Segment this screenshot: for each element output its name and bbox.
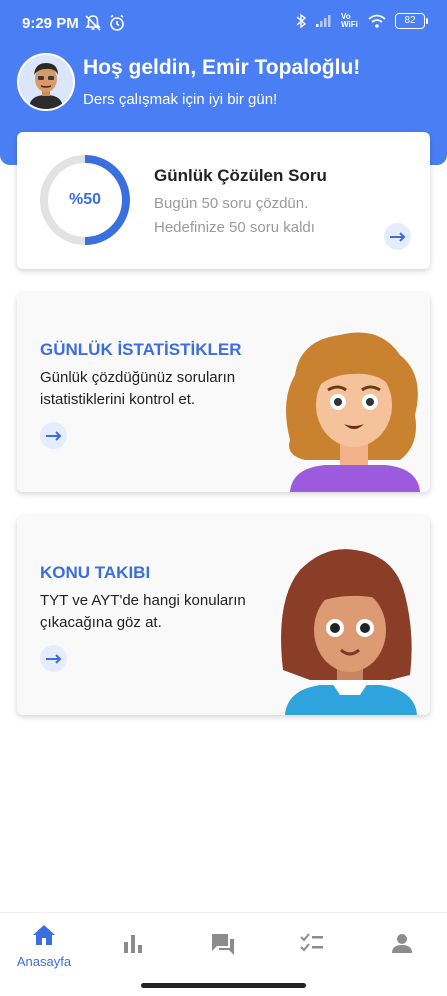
avatar[interactable]: [17, 53, 75, 111]
alarm-icon: [110, 14, 124, 31]
status-time: 9:29 PM: [22, 15, 79, 32]
curly-hair-woman-illustration: [286, 332, 420, 492]
status-right-icons: Vo WiFi 82: [295, 12, 428, 29]
daily-card-remaining-text: Hedefinize 50 soru kaldı: [154, 219, 315, 236]
checklist-icon: [300, 933, 323, 952]
battery-indicator: 82: [395, 13, 428, 29]
topic-tracking-card[interactable]: KONU TAKIBI TYT ve AYT'de hangi konuları…: [17, 516, 430, 715]
daily-card-arrow-button[interactable]: [384, 223, 411, 250]
greeting-title: Hoş geldin, Emir Topaloğlu!: [83, 56, 361, 79]
user-avatar-icon: [19, 55, 73, 109]
nav-item-home[interactable]: Anasayfa: [9, 923, 79, 969]
topics-card-title: KONU TAKIBI: [40, 563, 151, 582]
wifi-icon: [368, 14, 386, 28]
status-left-icons: [84, 14, 126, 32]
home-indicator: [141, 983, 306, 988]
topics-card-description: TYT ve AYT'de hangi konuların çıkacağına…: [40, 592, 246, 631]
statistics-card-title: GÜNLÜK İSTATİSTİKLER: [40, 340, 242, 359]
home-icon: [33, 925, 55, 945]
statistics-card-arrow-button[interactable]: [40, 422, 67, 449]
daily-card-title: Günlük Çözülen Soru: [154, 166, 327, 185]
bob-hair-woman-illustration: [281, 549, 417, 715]
nav-label-home: Anasayfa: [16, 954, 72, 969]
daily-solved-card[interactable]: %50 Günlük Çözülen Soru Bugün 50 soru çö…: [17, 132, 430, 269]
vowifi-label: Vo WiFi: [341, 12, 358, 29]
nav-item-statistics[interactable]: [98, 923, 168, 960]
profile-icon: [392, 934, 412, 953]
bluetooth-icon: [296, 13, 307, 29]
bar-chart-icon: [124, 935, 142, 953]
chat-icon: [212, 934, 234, 955]
nav-item-tasks[interactable]: [277, 923, 347, 960]
progress-label: %50: [68, 191, 102, 208]
arrow-right-icon: [45, 653, 61, 664]
statistics-card-description: Günlük çözdüğünüz soruların istatistikle…: [40, 369, 236, 408]
daily-card-solved-text: Bugün 50 soru çözdün.: [154, 195, 309, 212]
daily-statistics-card[interactable]: GÜNLÜK İSTATİSTİKLER Günlük çözdüğünüz s…: [17, 293, 430, 492]
nav-item-messages[interactable]: [188, 923, 258, 962]
nav-item-profile[interactable]: [367, 923, 437, 960]
muted-bell-icon: [85, 15, 101, 31]
arrow-right-icon: [45, 430, 61, 441]
greeting-subtitle: Ders çalışmak için iyi bir gün!: [83, 91, 278, 108]
signal-icon: [316, 15, 331, 27]
arrow-right-icon: [389, 231, 405, 242]
topics-card-arrow-button[interactable]: [40, 645, 67, 672]
status-bar: 9:29 PM Vo WiFi 82: [0, 0, 447, 48]
